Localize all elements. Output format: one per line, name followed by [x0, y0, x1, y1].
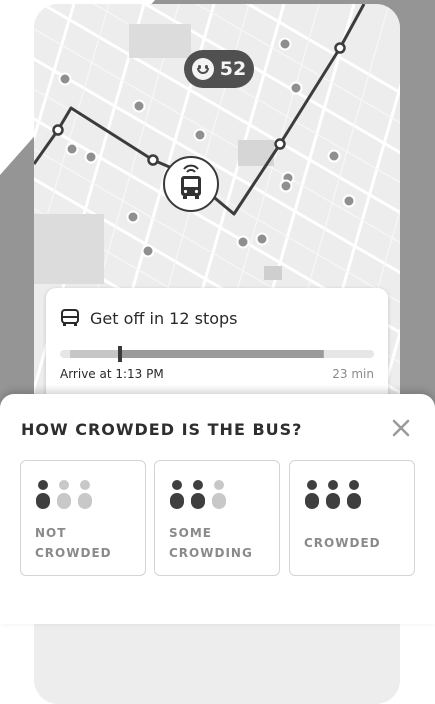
- option-label: SOME CROWDING: [169, 526, 253, 560]
- crowding-level-icon: [305, 480, 361, 509]
- person-head: [59, 480, 69, 490]
- crowding-level-icon: [170, 480, 226, 509]
- eta-duration: 23 min: [332, 367, 374, 381]
- option-label: NOT CROWDED: [35, 526, 112, 560]
- person-head: [307, 480, 317, 490]
- progress-current-marker: [118, 346, 122, 362]
- person-head: [172, 480, 182, 490]
- progress-remaining: [120, 350, 324, 358]
- person-body: [305, 493, 319, 509]
- person-head: [349, 480, 359, 490]
- person-body: [191, 493, 205, 509]
- bus-icon: [181, 164, 201, 199]
- person-body: [212, 493, 226, 509]
- rider-count-badge[interactable]: 52: [184, 50, 254, 88]
- trip-progress-bar: [60, 346, 374, 362]
- person-body: [78, 493, 92, 509]
- person-head: [214, 480, 224, 490]
- arrival-time: Arrive at 1:13 PM: [60, 367, 164, 381]
- crowding-survey-sheet: HOW CROWDED IS THE BUS? NOT CROWDED SOME C…: [0, 394, 435, 624]
- crowding-level-icon: [36, 480, 92, 509]
- person-head: [38, 480, 48, 490]
- rider-count: 52: [219, 58, 247, 80]
- bus-location-marker[interactable]: [163, 156, 219, 212]
- person-body: [36, 493, 50, 509]
- person-head: [80, 480, 90, 490]
- close-icon[interactable]: [390, 417, 412, 439]
- sheet-title: HOW CROWDED IS THE BUS?: [21, 420, 303, 439]
- option-not-crowded[interactable]: NOT CROWDED: [20, 460, 146, 576]
- person-body: [57, 493, 71, 509]
- smiley-face-icon: [191, 58, 214, 80]
- option-some-crowding[interactable]: SOME CROWDING: [154, 460, 280, 576]
- trip-title: Get off in 12 stops: [90, 308, 238, 328]
- option-label: CROWDED: [304, 536, 381, 550]
- bus-icon: [61, 309, 79, 326]
- person-head: [193, 480, 203, 490]
- person-body: [170, 493, 184, 509]
- person-body: [326, 493, 340, 509]
- option-crowded[interactable]: CROWDED: [289, 460, 415, 576]
- crowding-options: NOT CROWDED SOME CROWDING CROWDED: [20, 460, 415, 578]
- progress-passed: [70, 350, 120, 358]
- person-head: [328, 480, 338, 490]
- person-body: [347, 493, 361, 509]
